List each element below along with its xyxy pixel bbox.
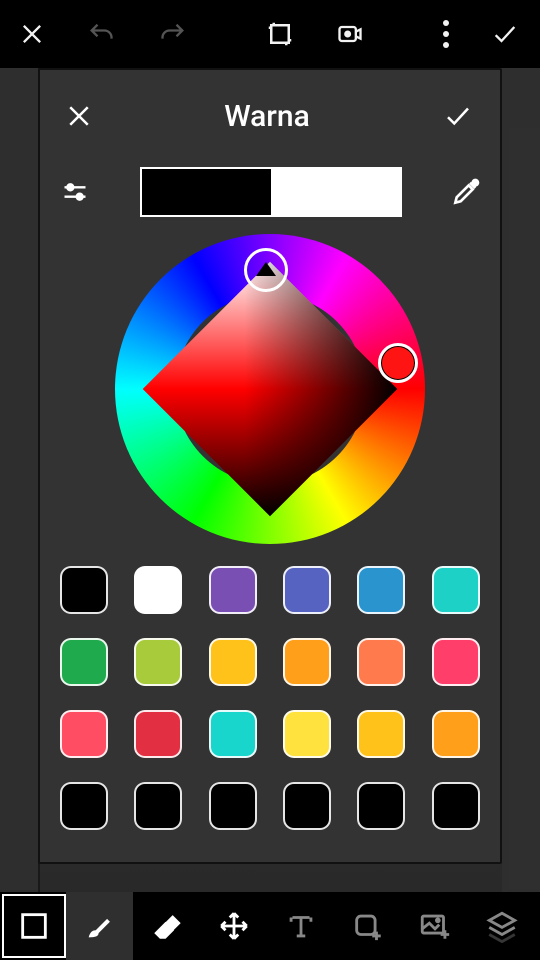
undo-icon[interactable]	[84, 20, 118, 48]
palette-swatch[interactable]	[357, 638, 405, 686]
color-wheel[interactable]	[115, 234, 425, 544]
palette-swatch[interactable]	[283, 638, 331, 686]
palette-swatch[interactable]	[60, 782, 108, 830]
hue-cursor[interactable]	[378, 343, 418, 383]
tool-move-button[interactable]	[200, 892, 267, 960]
tool-eraser-button[interactable]	[133, 892, 200, 960]
palette-swatch[interactable]	[60, 710, 108, 758]
palette-swatch[interactable]	[60, 566, 108, 614]
redo-icon[interactable]	[156, 20, 190, 48]
confirm-icon[interactable]	[488, 20, 522, 48]
sliders-icon[interactable]	[58, 178, 92, 206]
palette-swatch[interactable]	[432, 782, 480, 830]
palette-swatch[interactable]	[283, 566, 331, 614]
palette-swatch[interactable]	[283, 710, 331, 758]
tool-shape-button[interactable]	[2, 894, 66, 958]
palette-swatch[interactable]	[432, 566, 480, 614]
tool-addshape-button[interactable]	[334, 892, 401, 960]
app-topbar	[0, 0, 540, 68]
camera-icon[interactable]	[333, 20, 367, 48]
palette-swatch[interactable]	[209, 638, 257, 686]
palette-swatch[interactable]	[357, 710, 405, 758]
palette-swatch[interactable]	[134, 566, 182, 614]
palette-swatch[interactable]	[134, 638, 182, 686]
palette-swatch[interactable]	[357, 566, 405, 614]
close-icon[interactable]	[18, 20, 46, 48]
palette-swatch[interactable]	[209, 710, 257, 758]
swatch-left	[142, 169, 271, 215]
tool-text-button[interactable]	[267, 892, 334, 960]
panel-close-icon[interactable]	[64, 101, 94, 131]
palette-swatch[interactable]	[357, 782, 405, 830]
tool-brush-button[interactable]	[66, 892, 133, 960]
app-bottombar	[0, 892, 540, 960]
swatch-right	[271, 169, 400, 215]
panel-confirm-icon[interactable]	[440, 101, 476, 131]
palette-swatch[interactable]	[432, 638, 480, 686]
palette-grid	[52, 562, 488, 830]
palette-swatch[interactable]	[432, 710, 480, 758]
more-icon[interactable]	[442, 19, 450, 49]
palette-swatch[interactable]	[209, 782, 257, 830]
sv-cursor[interactable]	[244, 248, 288, 292]
panel-title: Warna	[224, 99, 310, 134]
color-picker-panel: Warna	[38, 68, 502, 864]
palette-swatch[interactable]	[60, 638, 108, 686]
palette-swatch[interactable]	[283, 782, 331, 830]
palette-swatch[interactable]	[134, 782, 182, 830]
crop-icon[interactable]	[265, 19, 295, 49]
tool-layers-button[interactable]	[468, 892, 535, 960]
palette-swatch[interactable]	[209, 566, 257, 614]
eyedropper-icon[interactable]	[450, 176, 482, 208]
tool-addimage-button[interactable]	[401, 892, 468, 960]
palette-swatch[interactable]	[134, 710, 182, 758]
current-color-swatch[interactable]	[140, 167, 402, 217]
